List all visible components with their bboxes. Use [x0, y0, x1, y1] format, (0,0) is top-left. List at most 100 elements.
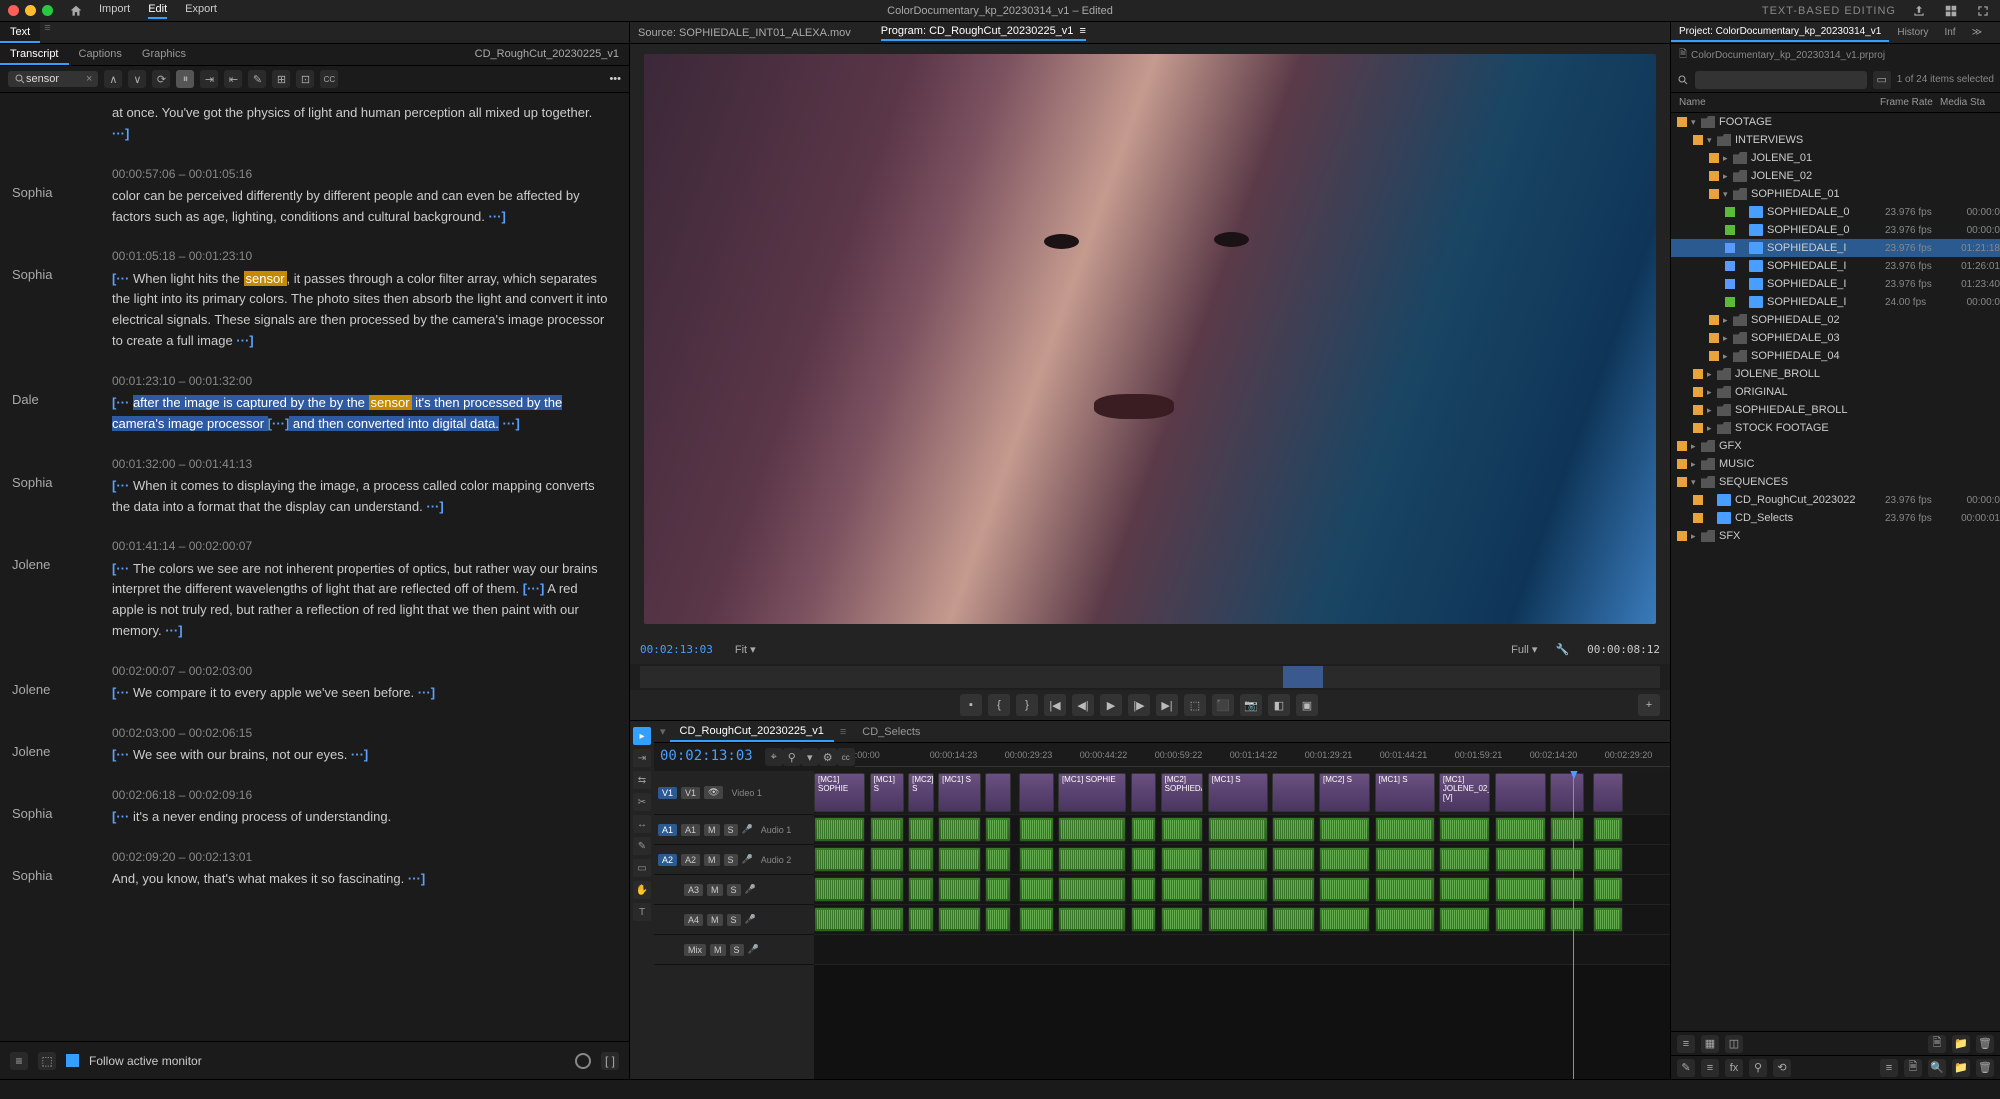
clip-row[interactable]: SOPHIEDALE_023.976 fps00:00:0 [1671, 203, 2000, 221]
clip-row[interactable]: SOPHIEDALE_023.976 fps00:00:0 [1671, 221, 2000, 239]
video-clip[interactable] [1272, 773, 1315, 812]
folder-row[interactable]: ▸JOLENE_02 [1671, 167, 2000, 185]
transcript-text[interactable]: [··· it's a never ending process of unde… [112, 807, 611, 828]
audio-clip[interactable] [1550, 847, 1584, 872]
transcript-text[interactable]: [··· after the image is captured by the … [112, 393, 611, 435]
cc-toggle-icon[interactable]: cc [837, 748, 855, 766]
list-view-icon[interactable]: ≡ [1677, 1035, 1695, 1053]
pen-tool-icon[interactable]: ✎ [633, 837, 651, 855]
clip-row[interactable]: SOPHIEDALE_I23.976 fps01:23:40 [1671, 275, 2000, 293]
pause-tracking-icon[interactable]: ⏸ [176, 70, 194, 88]
audio-clip[interactable] [1161, 847, 1204, 872]
transcript-text[interactable]: [··· We see with our brains, not our eye… [112, 745, 611, 766]
audio-clip[interactable] [1439, 907, 1490, 932]
subtab-transcript[interactable]: Transcript [0, 44, 69, 65]
audio-clip[interactable] [1019, 817, 1053, 842]
audio-clip[interactable] [1375, 817, 1435, 842]
video-clip[interactable] [1593, 773, 1623, 812]
subtab-captions[interactable]: Captions [69, 44, 132, 65]
step-fwd-icon[interactable]: |▶ [1128, 694, 1150, 716]
project-tree[interactable]: ▾FOOTAGE▾INTERVIEWS▸JOLENE_01▸JOLENE_02▾… [1671, 113, 2000, 545]
video-clip[interactable]: [MC1] SOPHIE [814, 773, 865, 812]
video-clip[interactable]: [MC1] SOPHIE [1058, 773, 1126, 812]
full-dropdown[interactable]: Full ▾ [1511, 643, 1537, 656]
timeline-source-icon[interactable]: ▾ [660, 725, 666, 738]
folder-row[interactable]: ▸MUSIC [1671, 455, 2000, 473]
audio-clip[interactable] [908, 817, 934, 842]
fx-icon[interactable]: fx [1725, 1059, 1743, 1077]
close-window[interactable] [8, 5, 19, 16]
audio-track[interactable] [814, 935, 1670, 965]
timeline-ruler[interactable]: :00:0000:00:14:2300:00:29:2300:00:44:220… [855, 747, 1670, 767]
folder-row[interactable]: ▸SFX [1671, 527, 2000, 545]
video-clip[interactable]: [MC2] SOPHIEDALE_01 [1161, 773, 1204, 812]
audio-clip[interactable] [1058, 907, 1126, 932]
mark-out-icon[interactable]: } [1016, 694, 1038, 716]
new-bin-icon[interactable]: ▭ [1873, 71, 1891, 89]
new-item-icon[interactable]: 🗎 [1928, 1035, 1946, 1053]
video-clip[interactable]: [MC2] S [908, 773, 934, 812]
next-match-icon[interactable]: ∨ [128, 70, 146, 88]
folder-row[interactable]: ▸JOLENE_01 [1671, 149, 2000, 167]
history-tab[interactable]: History [1889, 24, 1936, 41]
refresh-icon[interactable]: ⟳ [152, 70, 170, 88]
video-clip[interactable]: [MC2] S [1319, 773, 1370, 812]
ripple-tool-icon[interactable]: ⇆ [633, 771, 651, 789]
mark-in-icon[interactable]: { [988, 694, 1010, 716]
menu-edit[interactable]: Edit [148, 3, 167, 19]
export-frame-icon[interactable]: 📷 [1240, 694, 1262, 716]
audio-clip[interactable] [1272, 877, 1315, 902]
maximize-window[interactable] [42, 5, 53, 16]
tab-text[interactable]: Text [0, 22, 40, 43]
extract-icon[interactable]: ⬛ [1212, 694, 1234, 716]
split-icon[interactable]: ⇤ [224, 70, 242, 88]
audio-clip[interactable] [1319, 907, 1370, 932]
audio-clip[interactable] [985, 847, 1011, 872]
audio-clip[interactable] [1550, 817, 1584, 842]
transcript-entry[interactable]: at once. You've got the physics of light… [12, 103, 611, 145]
type-tool-icon[interactable]: T [633, 903, 651, 921]
audio-clip[interactable] [1495, 817, 1546, 842]
new-icon[interactable]: 🗎 [1904, 1059, 1922, 1077]
cc-icon[interactable]: CC [320, 70, 338, 88]
track-header[interactable]: MixMS🎤 [654, 935, 814, 965]
col-name[interactable]: Name [1679, 97, 1880, 108]
hand-tool-icon[interactable]: ✋ [633, 881, 651, 899]
go-to-out-icon[interactable]: ▶| [1156, 694, 1178, 716]
project-tab[interactable]: Project: ColorDocumentary_kp_20230314_v1 [1671, 23, 1889, 42]
video-clip[interactable] [1019, 773, 1053, 812]
minimize-window[interactable] [25, 5, 36, 16]
audio-clip[interactable] [814, 907, 865, 932]
audio-clip[interactable] [1161, 907, 1204, 932]
audio-clip[interactable] [1495, 907, 1546, 932]
proxy-icon[interactable]: ▣ [1296, 694, 1318, 716]
overwrite-icon[interactable]: ⊡ [296, 70, 314, 88]
filter-icon[interactable]: ≡ [1880, 1059, 1898, 1077]
search-input[interactable] [26, 73, 86, 85]
icon-view-icon[interactable]: ▦ [1701, 1035, 1719, 1053]
timeline-tab-0[interactable]: CD_RoughCut_20230225_v1 [670, 722, 834, 742]
folder-row[interactable]: ▾INTERVIEWS [1671, 131, 2000, 149]
audio-clip[interactable] [1319, 877, 1370, 902]
audio-clip[interactable] [938, 817, 981, 842]
audio-clip[interactable] [908, 907, 934, 932]
transcript-entry[interactable]: Sophia00:01:32:00 – 00:01:41:13[··· When… [12, 455, 611, 518]
transcript-entry[interactable]: Sophia00:01:05:18 – 00:01:23:10[··· When… [12, 247, 611, 351]
audio-clip[interactable] [1208, 877, 1268, 902]
audio-clip[interactable] [870, 817, 904, 842]
clip-row[interactable]: CD_Selects23.976 fps00:00:01 [1671, 509, 2000, 527]
audio-track[interactable] [814, 905, 1670, 935]
subtab-graphics[interactable]: Graphics [132, 44, 196, 65]
clip-row[interactable]: SOPHIEDALE_I24.00 fps00:00:0 [1671, 293, 2000, 311]
play-icon[interactable]: ▶ [1100, 694, 1122, 716]
audio-clip[interactable] [1439, 847, 1490, 872]
transcript-text[interactable]: [··· We compare it to every apple we've … [112, 683, 611, 704]
track-content[interactable]: [MC1] SOPHIE[MC1] S[MC2] S[MC1] S[MC1] S… [814, 771, 1670, 1079]
folder-row[interactable]: ▾SOPHIEDALE_01 [1671, 185, 2000, 203]
audio-clip[interactable] [870, 907, 904, 932]
audio-clip[interactable] [1550, 907, 1584, 932]
menu-import[interactable]: Import [99, 3, 130, 19]
list-icon[interactable]: ≡ [1701, 1059, 1719, 1077]
audio-clip[interactable] [1019, 847, 1053, 872]
transcript-entry[interactable]: Sophia00:02:09:20 – 00:02:13:01And, you … [12, 848, 611, 890]
